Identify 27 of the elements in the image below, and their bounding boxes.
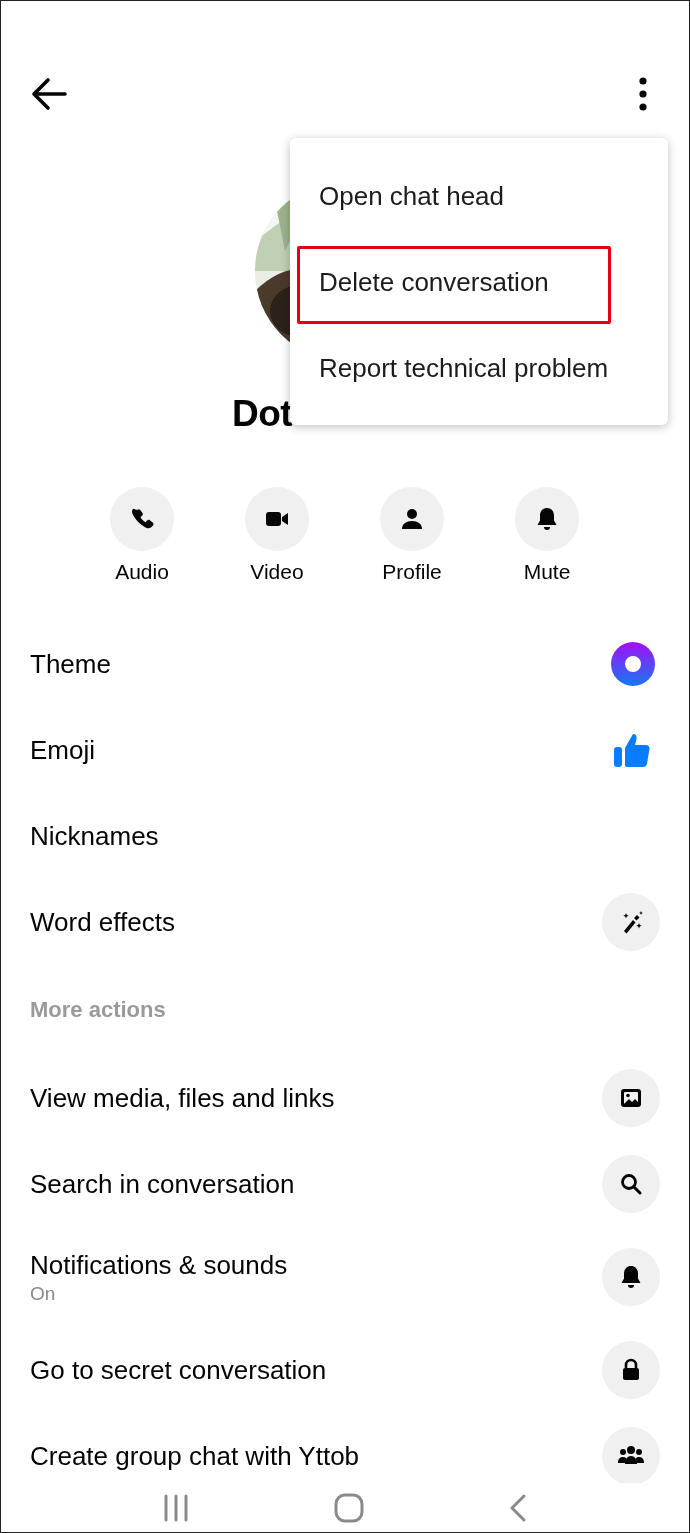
menu-item-label[interactable]: Nicknames <box>30 820 159 852</box>
menu-item-label[interactable]: Search in conversation <box>30 1168 295 1200</box>
people-icon[interactable] <box>602 1427 660 1483</box>
action-label: Audio <box>115 559 169 585</box>
menu-item[interactable]: Report technical problem <box>319 352 609 384</box>
menu-item[interactable]: Delete conversation <box>319 266 549 298</box>
recent-apps-icon[interactable] <box>163 1494 190 1522</box>
back-arrow-icon[interactable] <box>31 76 67 112</box>
section-heading: More actions <box>30 997 166 1023</box>
theme-ring-icon[interactable] <box>611 642 655 686</box>
more-options-icon[interactable] <box>639 76 647 112</box>
action-label: Video <box>250 559 304 585</box>
action-label: Profile <box>382 559 442 585</box>
menu-item-label[interactable]: View media, files and links <box>30 1082 335 1114</box>
action-label: Mute <box>523 559 571 585</box>
contact-name: Dot <box>232 392 293 436</box>
menu-item-label[interactable]: Notifications & sounds <box>30 1249 288 1281</box>
status-text: On <box>30 1283 57 1305</box>
menu-item-label[interactable]: Theme <box>30 648 111 680</box>
back-icon[interactable] <box>508 1493 527 1523</box>
menu-item-label[interactable]: Go to secret conversation <box>30 1354 327 1386</box>
home-icon[interactable] <box>334 1493 364 1523</box>
menu-item-label[interactable]: Emoji <box>30 734 95 766</box>
menu-item[interactable]: Open chat head <box>319 180 505 212</box>
thumbs-up-icon[interactable] <box>613 731 651 769</box>
menu-item-label[interactable]: Word effects <box>30 906 175 938</box>
menu-item-label[interactable]: Create group chat with Yttob <box>30 1440 360 1472</box>
